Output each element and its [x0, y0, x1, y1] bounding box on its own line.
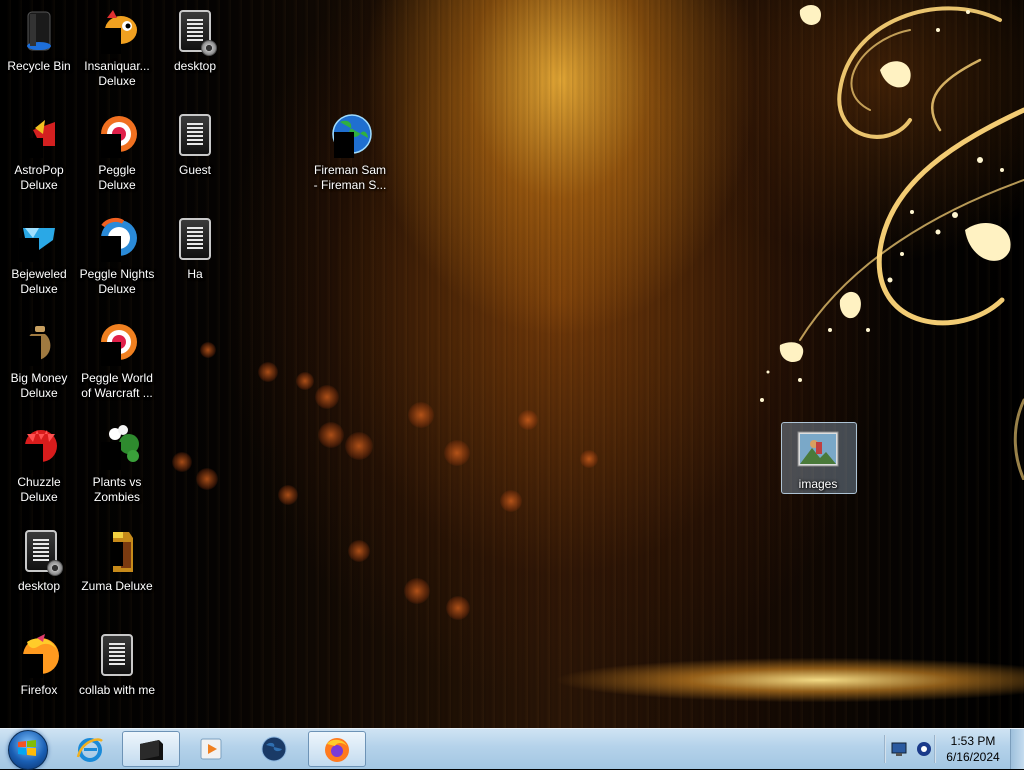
desktop-icon-guest[interactable]: Guest — [156, 112, 234, 178]
desktop-icon-ha[interactable]: Ha — [156, 216, 234, 282]
desktop-icon-peggle-nights[interactable]: Peggle Nights Deluxe — [78, 216, 156, 297]
desktop-icon-collab-with-me[interactable]: collab with me — [78, 632, 156, 698]
document-icon — [171, 112, 219, 160]
bokeh-dot — [446, 596, 470, 620]
image-icon — [794, 426, 842, 474]
bokeh-dot — [315, 385, 339, 409]
taskbar: 1:53 PM 6/16/2024 — [0, 728, 1024, 770]
bokeh-dot — [258, 362, 278, 382]
show-desktop-button[interactable] — [1010, 729, 1024, 769]
recycle-bin-icon — [15, 8, 63, 56]
desktop-icon-astropop[interactable]: AstroPop Deluxe — [0, 112, 78, 193]
bokeh-dot — [296, 372, 314, 390]
firefox-icon — [15, 632, 63, 680]
gear-icon — [201, 40, 217, 56]
tray-separator — [934, 735, 936, 763]
golden-swirl-ornament — [760, 5, 1024, 480]
network-icon[interactable] — [890, 739, 910, 759]
bokeh-dot — [278, 485, 298, 505]
chuzzle-icon — [15, 424, 63, 472]
desktop-icon-big-money[interactable]: Big Money Deluxe — [0, 320, 78, 401]
clock-time: 1:53 PM — [950, 734, 996, 748]
desktop-icon-fireman-sam[interactable]: Fireman Sam - Fireman S... — [311, 112, 389, 193]
document-icon — [171, 8, 219, 56]
desktop-icon-images[interactable]: images — [779, 422, 857, 494]
desktop-icon-plants-vs-zombies[interactable]: Plants vs Zombies — [78, 424, 156, 505]
desktop-icon-chuzzle[interactable]: Chuzzle Deluxe — [0, 424, 78, 505]
desktop-icon-firefox[interactable]: Firefox — [0, 632, 78, 698]
taskbar-firefox[interactable] — [308, 731, 366, 767]
document-icon — [93, 632, 141, 680]
bokeh-dot — [172, 452, 192, 472]
zuma-icon — [93, 528, 141, 576]
plants-vs-zombies-icon — [93, 424, 141, 472]
desktop-icon-desktop-file[interactable]: desktop — [0, 528, 78, 594]
astropop-icon — [15, 112, 63, 160]
tray-separator — [884, 735, 886, 763]
bokeh-dot — [318, 422, 344, 448]
desktop-icon-zuma[interactable]: Zuma Deluxe — [78, 528, 156, 594]
big-money-icon — [15, 320, 63, 368]
peggle-nights-icon — [93, 216, 141, 264]
bokeh-dot — [196, 468, 218, 490]
wallpaper-light-floor — [480, 640, 1024, 710]
desktop-icon-desktop-file-2[interactable]: desktop — [156, 8, 234, 74]
bokeh-dot — [500, 490, 522, 512]
desktop-icon-peggle[interactable]: Peggle Deluxe — [78, 112, 156, 193]
bokeh-dot — [580, 450, 598, 468]
desktop-icon-peggle-wow[interactable]: Peggle World of Warcraft ... — [78, 320, 156, 401]
bokeh-dot — [345, 432, 373, 460]
bokeh-dot — [518, 410, 538, 430]
peggle-icon — [93, 112, 141, 160]
media-player-icon — [200, 738, 222, 760]
bokeh-dot — [408, 402, 434, 428]
bejeweled-icon — [15, 216, 63, 264]
start-button[interactable] — [6, 729, 48, 770]
desktop-icon-recycle-bin[interactable]: Recycle Bin — [0, 8, 78, 74]
bokeh-dot — [200, 342, 216, 358]
insaniquarium-icon — [93, 8, 141, 56]
firefox-icon — [325, 738, 349, 762]
desktop-icon-insaniquarium[interactable]: Insaniquar... Deluxe — [78, 8, 156, 89]
bokeh-dot — [444, 440, 470, 466]
windows-flag-icon — [18, 740, 36, 756]
file-explorer-icon — [140, 740, 163, 760]
system-clock[interactable]: 1:53 PM 6/16/2024 — [938, 733, 1008, 765]
gear-icon — [47, 560, 63, 576]
document-icon — [171, 216, 219, 264]
globe-icon — [326, 112, 374, 160]
peggle-wow-icon — [93, 320, 141, 368]
desktop-icon-bejeweled[interactable]: Bejeweled Deluxe — [0, 216, 78, 297]
taskbar-media-player[interactable] — [184, 731, 242, 767]
clock-date: 6/16/2024 — [946, 750, 1000, 764]
taskbar-globe-app[interactable] — [246, 731, 304, 767]
bokeh-dot — [404, 578, 430, 604]
taskbar-internet-explorer[interactable] — [62, 731, 120, 767]
globe-icon — [261, 736, 287, 762]
volume-icon[interactable] — [914, 739, 934, 759]
bokeh-dot — [348, 540, 370, 562]
taskbar-file-explorer[interactable] — [122, 731, 180, 767]
document-icon — [15, 528, 63, 576]
internet-explorer-icon — [76, 738, 103, 762]
